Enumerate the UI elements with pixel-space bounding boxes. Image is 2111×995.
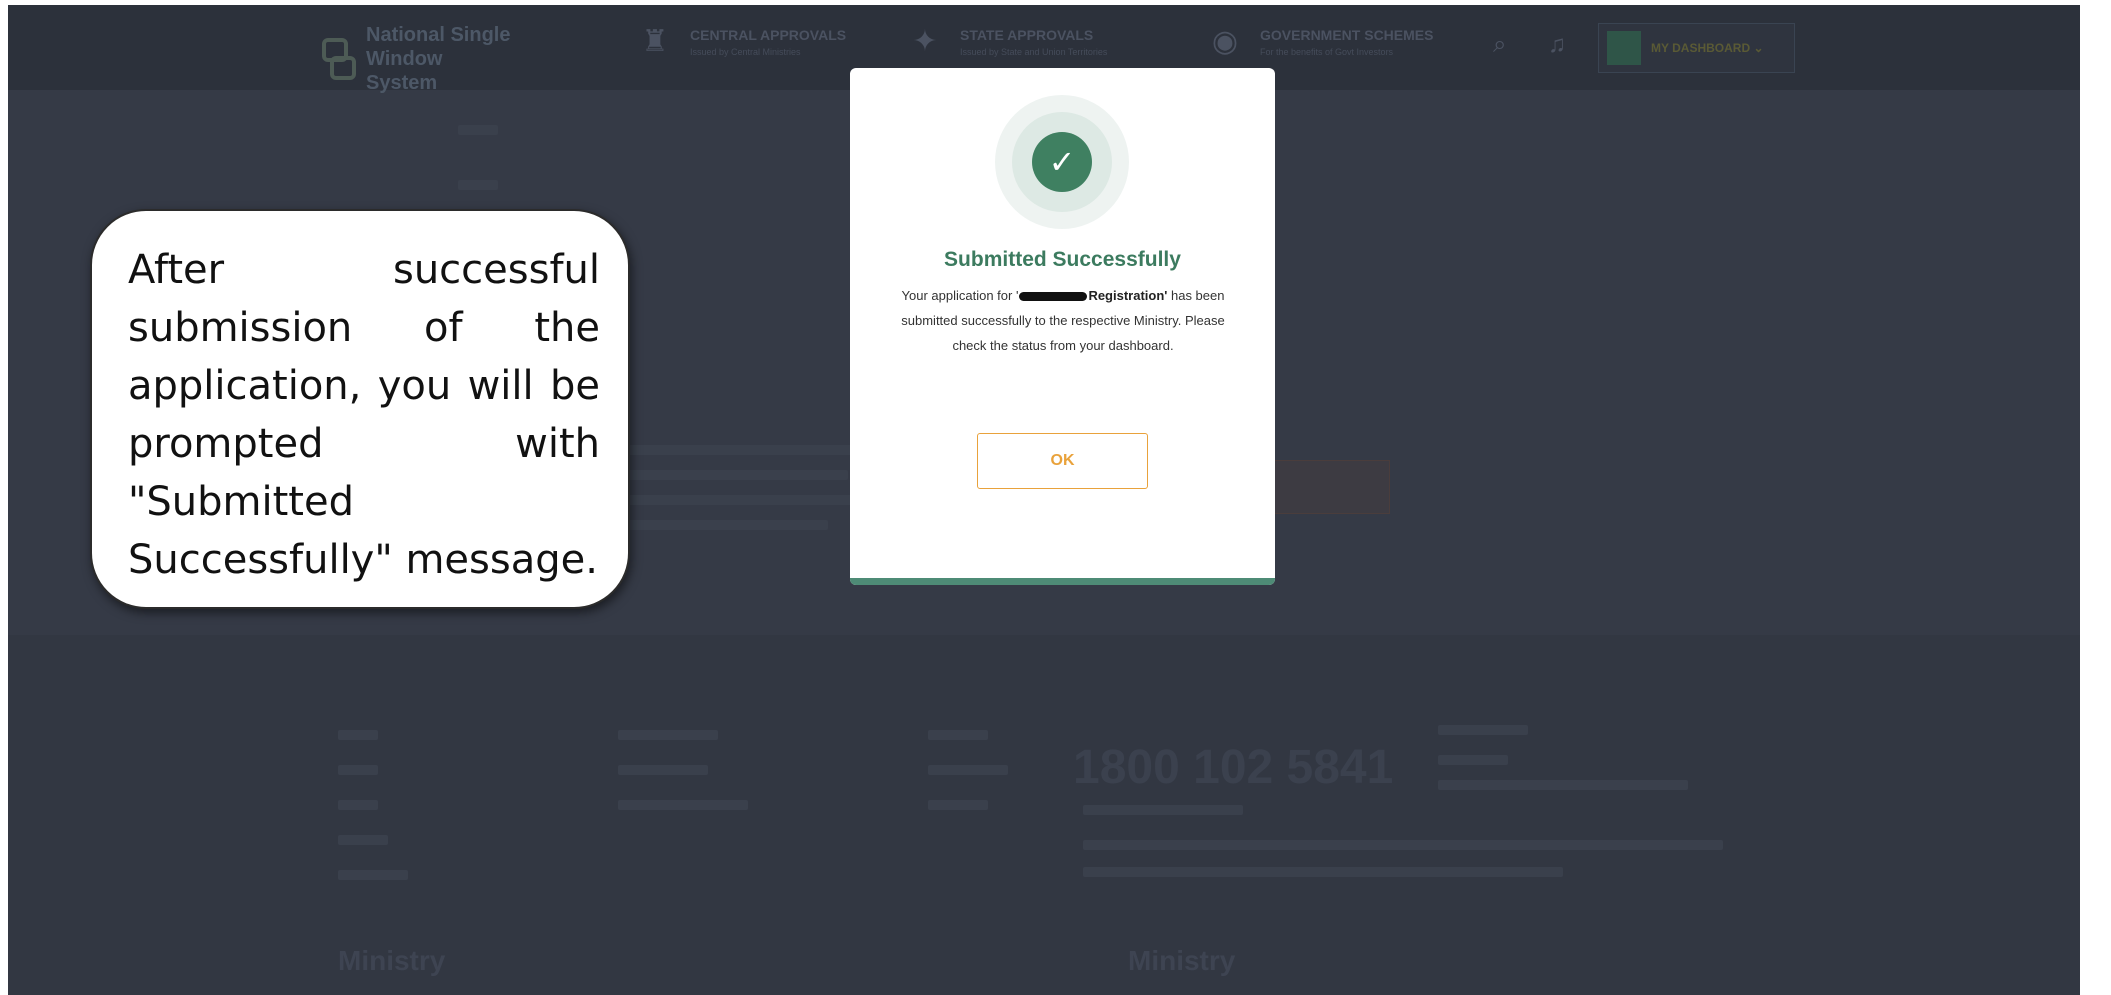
my-dashboard-button[interactable]: MY DASHBOARD ⌄ bbox=[1598, 23, 1795, 73]
bg-text bbox=[338, 765, 378, 775]
nav-government-schemes[interactable]: ◉ GOVERNMENT SCHEMES For the benefits of… bbox=[1208, 25, 1434, 59]
bg-text bbox=[618, 730, 718, 740]
bg-text bbox=[618, 765, 708, 775]
bg-text bbox=[618, 800, 748, 810]
bg-text bbox=[628, 445, 858, 455]
message-prefix: Your application for ' bbox=[901, 288, 1019, 303]
bg-text bbox=[1438, 780, 1688, 790]
nav-subtitle: Issued by State and Union Territories bbox=[960, 47, 1108, 57]
modal-accent-bar bbox=[850, 578, 1275, 585]
schemes-icon: ◉ bbox=[1211, 25, 1239, 58]
callout-text: After successful submission of the appli… bbox=[128, 247, 600, 583]
bg-text bbox=[928, 730, 988, 740]
footer: Ministry Ministry bbox=[8, 635, 2080, 995]
application-name: Registration' bbox=[1088, 288, 1168, 303]
dashboard-label: MY DASHBOARD ⌄ bbox=[1651, 41, 1764, 55]
bg-text bbox=[628, 470, 848, 480]
bg-text bbox=[1083, 867, 1563, 877]
nav-title: STATE APPROVALS bbox=[960, 27, 1094, 43]
bg-text bbox=[628, 520, 828, 530]
modal-message: Your application for ' Registration' has … bbox=[898, 283, 1228, 358]
bg-button bbox=[1258, 460, 1390, 514]
emblem-icon: ♜ bbox=[641, 25, 669, 58]
search-icon[interactable]: ⌕ bbox=[1493, 31, 1506, 59]
india-map-icon: ✦ bbox=[912, 25, 938, 58]
bg-text bbox=[628, 495, 853, 505]
ok-button[interactable]: OK bbox=[977, 433, 1148, 489]
bg-text bbox=[1438, 755, 1508, 765]
bell-icon[interactable]: ♫ bbox=[1548, 31, 1566, 59]
nav-title: GOVERNMENT SCHEMES bbox=[1260, 27, 1434, 43]
bg-text bbox=[1438, 725, 1528, 735]
nav-subtitle: Issued by Central Ministries bbox=[690, 47, 801, 57]
bg-text bbox=[1083, 840, 1723, 850]
nav-subtitle: For the benefits of Govt Investors bbox=[1260, 47, 1394, 57]
bg-text bbox=[338, 870, 408, 880]
bg-text bbox=[458, 180, 498, 190]
bg-text bbox=[928, 765, 1008, 775]
bg-text bbox=[338, 730, 378, 740]
modal-title: Submitted Successfully bbox=[944, 248, 1181, 271]
helpline-number: 1800 102 5841 bbox=[1073, 741, 1394, 794]
app-window: National Single Window System ♜ CENTRAL … bbox=[8, 5, 2080, 995]
instruction-callout: After successful submission of the appli… bbox=[90, 209, 630, 609]
redacted-text bbox=[1019, 292, 1088, 302]
bg-text bbox=[338, 835, 388, 845]
bg-text bbox=[1083, 805, 1243, 815]
nav-central-approvals[interactable]: ♜ CENTRAL APPROVALS Issued by Central Mi… bbox=[638, 25, 847, 59]
bg-text bbox=[928, 800, 988, 810]
nav-title: CENTRAL APPROVALS bbox=[690, 27, 847, 43]
avatar bbox=[1607, 31, 1641, 65]
footer-heading-left: Ministry bbox=[338, 945, 446, 976]
bg-text bbox=[458, 125, 498, 135]
nav-state-approvals[interactable]: ✦ STATE APPROVALS Issued by State and Un… bbox=[908, 25, 1107, 59]
logo-text: National Single Window System bbox=[366, 23, 516, 95]
nsws-logo-icon bbox=[318, 36, 356, 82]
logo-line-1: National Single bbox=[366, 24, 511, 46]
success-modal: ✓ Submitted Successfully Your applicatio… bbox=[850, 68, 1275, 585]
bg-text bbox=[338, 800, 378, 810]
nsws-logo[interactable]: National Single Window System bbox=[318, 23, 516, 95]
check-circle-icon: ✓ bbox=[1032, 132, 1092, 192]
logo-line-2: Window System bbox=[366, 48, 443, 94]
footer-heading-right: Ministry bbox=[1128, 945, 1236, 976]
